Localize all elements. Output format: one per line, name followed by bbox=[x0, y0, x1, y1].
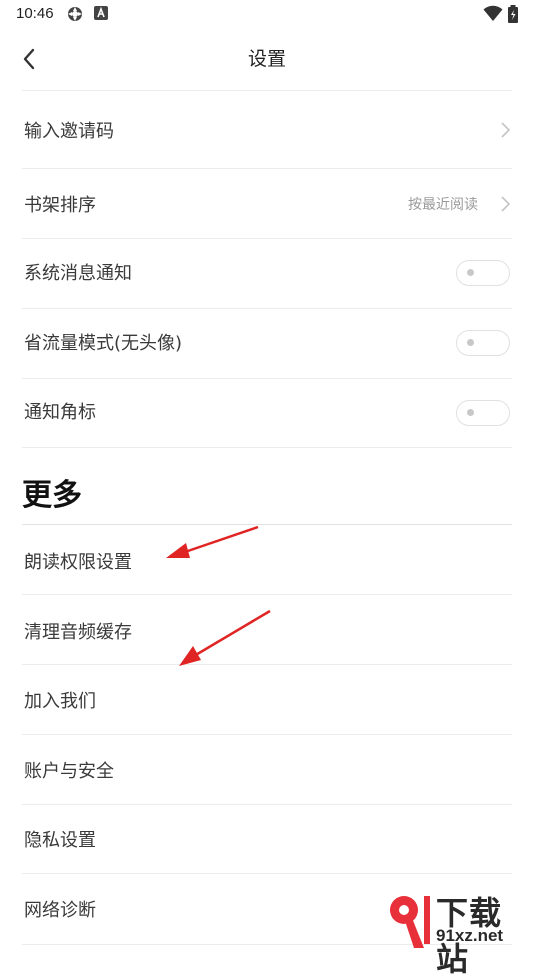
data-saver-toggle[interactable] bbox=[456, 330, 510, 356]
badge-row: 通知角标 bbox=[0, 379, 534, 447]
chevron-right-icon bbox=[501, 122, 511, 138]
shelf-sort-label: 书架排序 bbox=[24, 195, 96, 216]
system-notify-label: 系统消息通知 bbox=[24, 263, 132, 284]
battery-icon bbox=[508, 5, 518, 23]
header: 设置 bbox=[0, 34, 534, 82]
toggle-knob bbox=[467, 339, 474, 346]
watermark: 下载站 91xz.net bbox=[384, 888, 534, 978]
status-bar: 10:46 bbox=[0, 0, 534, 28]
toggle-knob bbox=[467, 409, 474, 416]
section-title-more: 更多 bbox=[22, 478, 82, 513]
system-notify-toggle[interactable] bbox=[456, 260, 510, 286]
shelf-sort-value: 按最近阅读 bbox=[408, 197, 478, 213]
divider bbox=[22, 447, 512, 448]
invite-code-label: 输入邀请码 bbox=[24, 121, 114, 142]
more-item-clear-audio-cache[interactable]: 清理音频缓存 bbox=[0, 595, 534, 664]
more-item-label: 加入我们 bbox=[24, 691, 96, 712]
more-item-privacy-settings[interactable]: 隐私设置 bbox=[0, 805, 534, 873]
more-item-account-security[interactable]: 账户与安全 bbox=[0, 735, 534, 804]
more-item-join-us[interactable]: 加入我们 bbox=[0, 665, 534, 734]
invite-code-row[interactable]: 输入邀请码 bbox=[0, 91, 534, 168]
system-notify-row: 系统消息通知 bbox=[0, 239, 534, 308]
more-item-tts-permission[interactable]: 朗读权限设置 bbox=[0, 525, 534, 594]
more-item-label: 清理音频缓存 bbox=[24, 622, 132, 643]
sync-icon bbox=[68, 7, 82, 21]
data-saver-row: 省流量模式(无头像) bbox=[0, 309, 534, 378]
watermark-url: 91xz.net bbox=[436, 926, 504, 945]
toggle-knob bbox=[467, 269, 474, 276]
wifi-icon bbox=[483, 5, 503, 21]
badge-toggle[interactable] bbox=[456, 400, 510, 426]
watermark-logo-icon bbox=[390, 896, 430, 948]
more-item-label: 朗读权限设置 bbox=[24, 552, 132, 573]
more-item-label: 隐私设置 bbox=[24, 830, 96, 851]
more-item-label: 网络诊断 bbox=[24, 900, 96, 921]
status-time: 10:46 bbox=[16, 5, 54, 22]
data-saver-label: 省流量模式(无头像) bbox=[24, 333, 183, 354]
badge-label: 通知角标 bbox=[24, 402, 96, 423]
shelf-sort-row[interactable]: 书架排序 按最近阅读 bbox=[0, 169, 534, 238]
notification-a-icon bbox=[94, 6, 108, 20]
more-item-label: 账户与安全 bbox=[24, 761, 114, 782]
chevron-right-icon bbox=[501, 196, 511, 212]
page-title: 设置 bbox=[247, 48, 286, 70]
